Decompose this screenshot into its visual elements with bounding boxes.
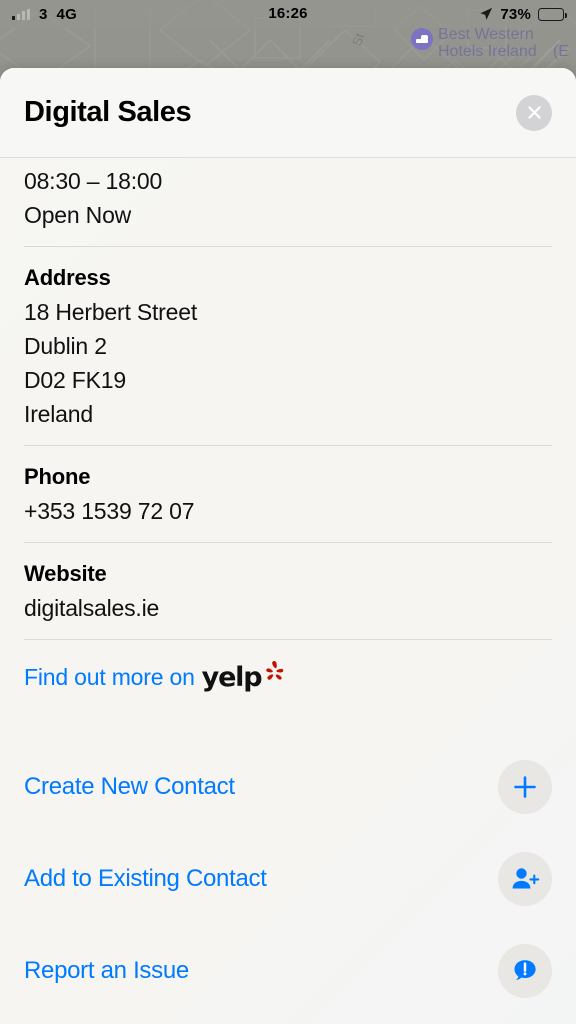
divider — [24, 639, 552, 640]
address-section[interactable]: Address 18 Herbert Street Dublin 2 D02 F… — [0, 261, 576, 431]
add-to-existing-contact-row[interactable]: Add to Existing Contact — [0, 833, 576, 925]
phone-value[interactable]: +353 1539 72 07 — [24, 494, 552, 528]
create-new-contact-row[interactable]: Create New Contact — [0, 741, 576, 833]
yelp-link-text: Find out more on — [24, 664, 195, 690]
add-to-existing-contact-label: Add to Existing Contact — [24, 865, 267, 892]
map-poi-label-line2: Hotels Ireland — [438, 43, 537, 60]
hotel-bed-icon[interactable] — [411, 28, 433, 50]
report-an-issue-row[interactable]: Report an Issue — [0, 925, 576, 1017]
map-edge-label: (E — [553, 43, 569, 60]
phone-label: Phone — [24, 464, 91, 489]
report-an-issue-label: Report an Issue — [24, 957, 189, 984]
card-body[interactable]: 08:30 – 18:00 Open Now Address 18 Herber… — [0, 158, 576, 1017]
status-bar: 3 4G 16:26 73% — [0, 0, 576, 28]
divider — [24, 246, 552, 247]
report-issue-icon[interactable] — [498, 944, 552, 998]
phone-section[interactable]: Phone +353 1539 72 07 — [0, 460, 576, 528]
plus-icon[interactable] — [498, 760, 552, 814]
website-value[interactable]: digitalsales.ie — [24, 591, 552, 625]
yelp-burst-icon — [266, 661, 284, 680]
divider — [24, 542, 552, 543]
yelp-wordmark: yelp — [201, 662, 263, 693]
yelp-link-row[interactable]: Find out more on yelp — [0, 654, 576, 693]
page-title: Digital Sales — [24, 96, 192, 128]
address-line-2: Dublin 2 — [24, 333, 107, 359]
hours-status: Open Now — [24, 202, 132, 228]
address-line-4: Ireland — [24, 401, 93, 427]
close-button[interactable] — [516, 94, 552, 131]
address-line-3: D02 FK19 — [24, 367, 126, 393]
address-line-1: 18 Herbert Street — [24, 299, 198, 325]
website-label: Website — [24, 561, 107, 586]
person-add-icon[interactable] — [498, 852, 552, 906]
card-header: Digital Sales — [0, 68, 576, 157]
close-icon — [527, 106, 541, 119]
address-label: Address — [24, 265, 111, 290]
divider — [24, 445, 552, 446]
yelp-logo: yelp — [201, 661, 289, 693]
hours-range: 08:30 – 18:00 — [24, 168, 163, 194]
battery-icon — [538, 7, 567, 21]
clock: 16:26 — [268, 5, 308, 22]
hours-section: 08:30 – 18:00 Open Now — [0, 158, 576, 232]
create-new-contact-label: Create New Contact — [24, 773, 235, 800]
status-bar-center: 16:26 — [0, 5, 576, 23]
iphone-screen: Best Western Hotels Ireland (E St 3 4G 1… — [0, 0, 576, 1024]
place-card: Digital Sales 08:30 – 18:00 Open Now Add… — [0, 68, 576, 1024]
website-section[interactable]: Website digitalsales.ie — [0, 557, 576, 625]
